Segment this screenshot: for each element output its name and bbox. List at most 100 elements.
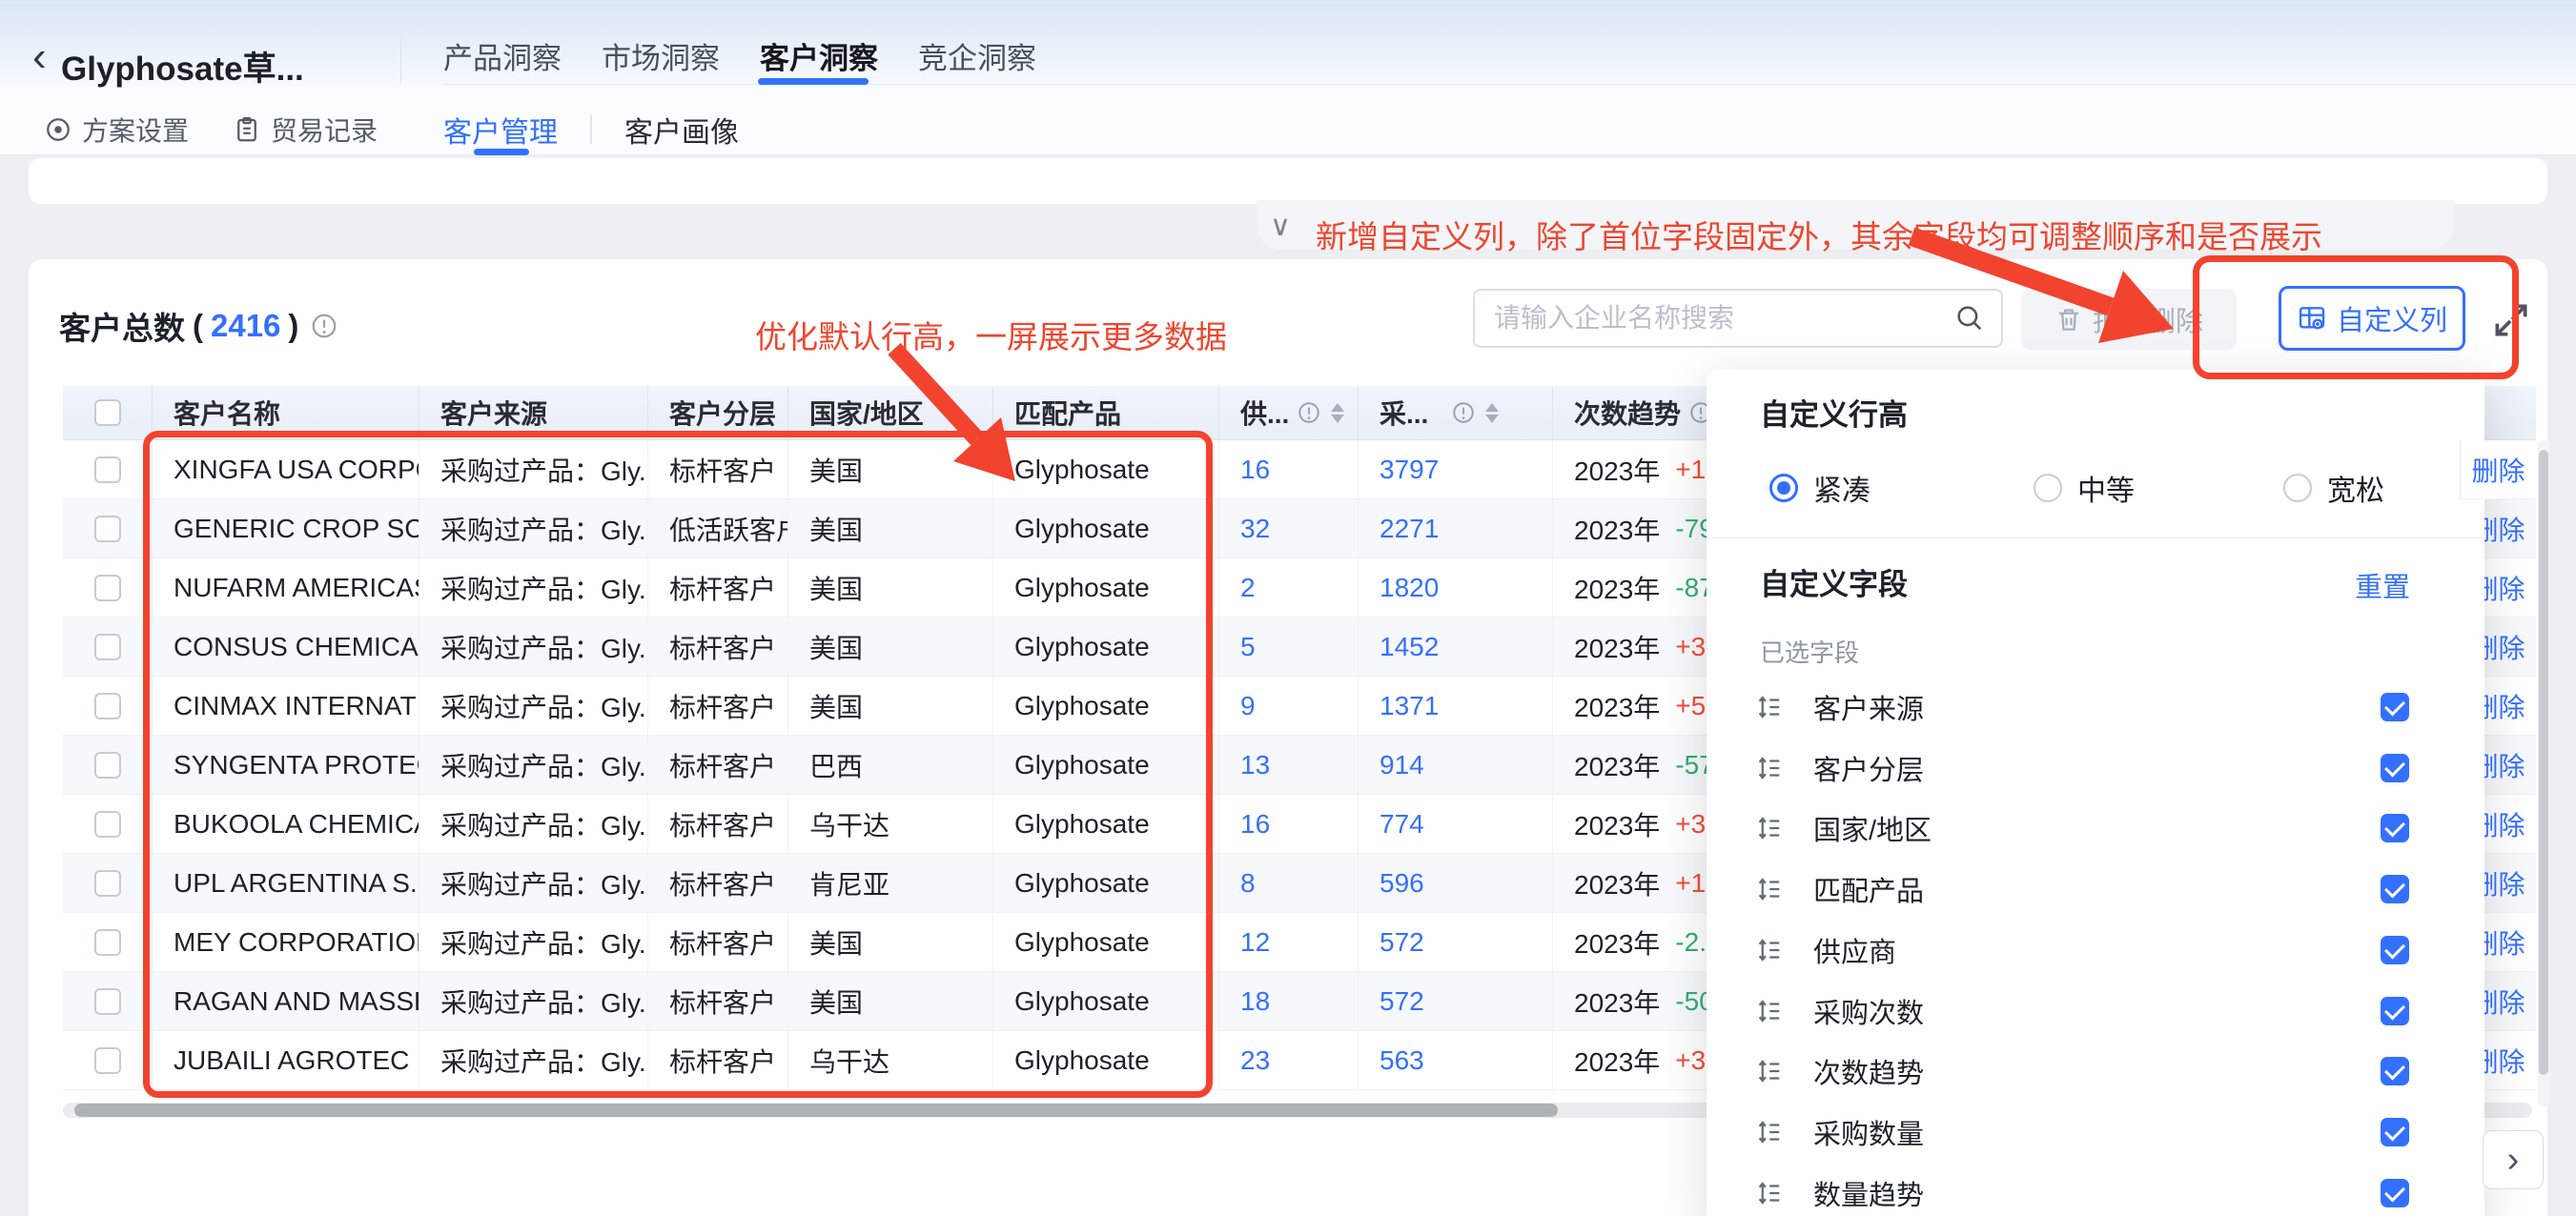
- purchases-count-link[interactable]: 1371: [1380, 691, 1439, 721]
- purchases-count-link[interactable]: 774: [1380, 809, 1424, 840]
- field-item[interactable]: 客户分层: [1707, 738, 2484, 799]
- customer-name-link[interactable]: NUFARM AMERICAS,: [174, 573, 419, 603]
- info-icon[interactable]: [310, 312, 338, 340]
- tab-product-insight[interactable]: 产品洞察: [443, 34, 562, 77]
- row-height-option-compact[interactable]: 紧凑: [1769, 467, 1871, 509]
- field-checkbox-checked[interactable]: [2381, 875, 2409, 903]
- drag-handle-icon[interactable]: [1754, 814, 1783, 842]
- purchases-count-link[interactable]: 563: [1380, 1045, 1424, 1076]
- purchases-count-link[interactable]: 1452: [1380, 632, 1439, 662]
- suppliers-count-link[interactable]: 13: [1240, 750, 1270, 780]
- radio-selected-icon[interactable]: [1769, 474, 1798, 502]
- row-checkbox[interactable]: [94, 988, 121, 1015]
- customer-name-link[interactable]: BUKOOLA CHEMICA: [174, 809, 419, 840]
- scheme-settings-link[interactable]: 方案设置: [44, 111, 189, 149]
- field-checkbox-checked[interactable]: [2381, 814, 2409, 842]
- row-checkbox[interactable]: [94, 929, 121, 956]
- row-checkbox[interactable]: [94, 1047, 121, 1074]
- field-checkbox-checked[interactable]: [2381, 1057, 2409, 1085]
- sort-icon[interactable]: [1485, 403, 1499, 423]
- suppliers-count-link[interactable]: 8: [1240, 868, 1256, 899]
- tab-market-insight[interactable]: 市场洞察: [602, 34, 720, 77]
- customer-name-link[interactable]: UPL ARGENTINA S.: [174, 868, 418, 899]
- field-item[interactable]: 次数趋势: [1707, 1041, 2484, 1102]
- horizontal-scrollbar-thumb[interactable]: [74, 1104, 1558, 1117]
- row-checkbox[interactable]: [94, 634, 121, 660]
- purchases-count-link[interactable]: 2271: [1380, 514, 1439, 544]
- suppliers-count-link[interactable]: 18: [1240, 986, 1270, 1017]
- fullscreen-expand-icon[interactable]: [2490, 299, 2532, 341]
- subtab-customer-management[interactable]: 客户管理: [443, 109, 558, 151]
- customer-name-link[interactable]: RAGAN AND MASSE: [174, 986, 419, 1017]
- batch-delete-button[interactable]: 批量删除: [2021, 289, 2237, 350]
- row-delete-link[interactable]: 删除: [2471, 451, 2525, 489]
- purchases-count-link[interactable]: 914: [1380, 750, 1424, 780]
- suppliers-count-link[interactable]: 2: [1240, 573, 1256, 603]
- suppliers-count-link[interactable]: 5: [1240, 632, 1256, 662]
- purchases-count-link[interactable]: 572: [1380, 986, 1424, 1017]
- field-checkbox-checked[interactable]: [2381, 1118, 2409, 1146]
- drag-handle-icon[interactable]: [1754, 1118, 1783, 1146]
- back-icon[interactable]: ‹: [32, 36, 47, 78]
- subtab-customer-profile[interactable]: 客户画像: [624, 109, 739, 151]
- tab-customer-insight[interactable]: 客户洞察: [760, 34, 878, 77]
- suppliers-count-link[interactable]: 32: [1240, 514, 1270, 544]
- field-item[interactable]: 国家/地区: [1707, 798, 2484, 859]
- row-checkbox[interactable]: [94, 693, 121, 719]
- field-item[interactable]: 采购次数: [1707, 981, 2484, 1042]
- row-checkbox[interactable]: [94, 456, 121, 483]
- suppliers-count-link[interactable]: 9: [1240, 691, 1256, 721]
- field-checkbox-checked[interactable]: [2381, 693, 2409, 721]
- customer-name-link[interactable]: XINGFA USA CORPO: [174, 455, 419, 485]
- purchases-count-link[interactable]: 3797: [1380, 455, 1439, 485]
- customize-columns-button[interactable]: 自定义列: [2279, 286, 2465, 351]
- field-item[interactable]: 客户来源: [1707, 677, 2484, 738]
- row-height-option-loose[interactable]: 宽松: [2283, 467, 2384, 509]
- row-checkbox[interactable]: [94, 516, 121, 542]
- purchases-count-link[interactable]: 1820: [1380, 573, 1439, 603]
- field-item[interactable]: 供应商: [1707, 920, 2484, 981]
- collapse-chevron-icon[interactable]: ∨: [1270, 210, 1291, 243]
- customer-name-link[interactable]: CONSUS CHEMICAL: [174, 632, 419, 662]
- purchases-count-link[interactable]: 572: [1380, 927, 1424, 958]
- suppliers-count-link[interactable]: 23: [1240, 1045, 1270, 1076]
- customer-name-link[interactable]: CINMAX INTERNATIO: [174, 691, 419, 721]
- drag-handle-icon[interactable]: [1754, 997, 1783, 1025]
- row-checkbox[interactable]: [94, 870, 121, 897]
- search-input[interactable]: [1473, 289, 2003, 348]
- search-icon[interactable]: [1953, 302, 1986, 334]
- customer-name-link[interactable]: GENERIC CROP SCI: [174, 514, 419, 544]
- row-height-option-medium[interactable]: 中等: [2034, 467, 2135, 509]
- field-item[interactable]: 采购数量: [1707, 1102, 2484, 1163]
- customer-name-link[interactable]: MEY CORPORATION: [174, 927, 419, 958]
- info-icon[interactable]: [1297, 400, 1321, 425]
- customer-name-link[interactable]: SYNGENTA PROTEC: [174, 750, 419, 780]
- suppliers-count-link[interactable]: 16: [1240, 809, 1270, 840]
- suppliers-count-link[interactable]: 12: [1240, 927, 1270, 958]
- drag-handle-icon[interactable]: [1754, 936, 1783, 964]
- sort-icon[interactable]: [1331, 403, 1344, 423]
- drag-handle-icon[interactable]: [1754, 1179, 1783, 1207]
- drag-handle-icon[interactable]: [1754, 754, 1783, 782]
- radio-icon[interactable]: [2283, 474, 2312, 502]
- field-checkbox-checked[interactable]: [2381, 754, 2409, 782]
- tab-competitor-insight[interactable]: 竞企洞察: [918, 34, 1036, 77]
- row-checkbox[interactable]: [94, 811, 121, 838]
- row-checkbox[interactable]: [94, 575, 121, 601]
- field-checkbox-checked[interactable]: [2381, 936, 2409, 964]
- row-checkbox[interactable]: [94, 752, 121, 779]
- field-checkbox-checked[interactable]: [2381, 997, 2409, 1025]
- radio-icon[interactable]: [2034, 474, 2062, 502]
- info-icon[interactable]: [1451, 400, 1476, 425]
- next-page-button[interactable]: ›: [2483, 1130, 2544, 1189]
- field-item[interactable]: 数量趋势: [1707, 1163, 2484, 1216]
- suppliers-count-link[interactable]: 16: [1240, 455, 1270, 485]
- customer-name-link[interactable]: JUBAILI AGROTEC LI: [174, 1045, 419, 1076]
- drag-handle-icon[interactable]: [1754, 875, 1783, 903]
- trade-records-link[interactable]: 贸易记录: [233, 111, 378, 149]
- vertical-scrollbar-thumb[interactable]: [2539, 450, 2548, 1075]
- purchases-count-link[interactable]: 596: [1380, 868, 1424, 899]
- field-checkbox-checked[interactable]: [2381, 1179, 2409, 1207]
- reset-link[interactable]: 重置: [2355, 565, 2410, 605]
- drag-handle-icon[interactable]: [1754, 693, 1783, 721]
